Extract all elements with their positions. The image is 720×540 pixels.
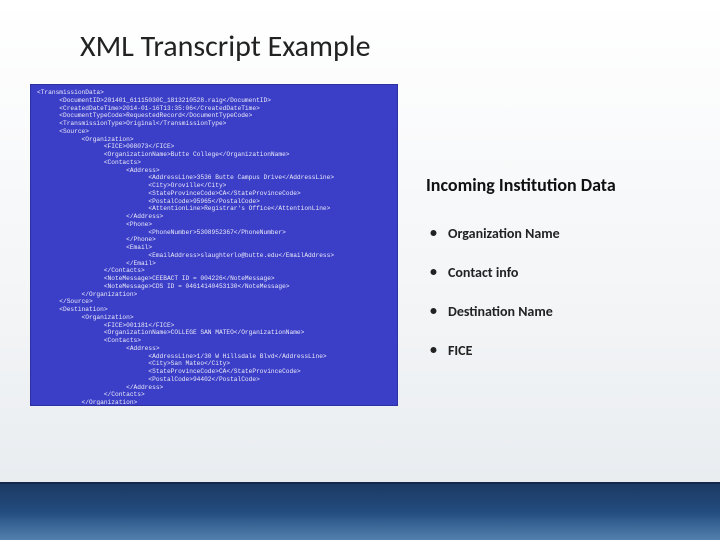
list-item: FICE (426, 331, 696, 370)
xml-code-block: <TransmissionData> <DocumentID>201401_61… (30, 84, 398, 406)
list-item: Destination Name (426, 292, 696, 331)
right-panel: Incoming Institution Data Organization N… (426, 174, 696, 370)
list-item: Contact info (426, 253, 696, 292)
bullet-list: Organization Name Contact info Destinati… (426, 214, 696, 370)
footer-band (0, 482, 720, 540)
list-item: Organization Name (426, 214, 696, 253)
slide-title: XML Transcript Example (80, 28, 371, 65)
slide: XML Transcript Example <TransmissionData… (0, 0, 720, 540)
right-heading: Incoming Institution Data (426, 174, 696, 196)
